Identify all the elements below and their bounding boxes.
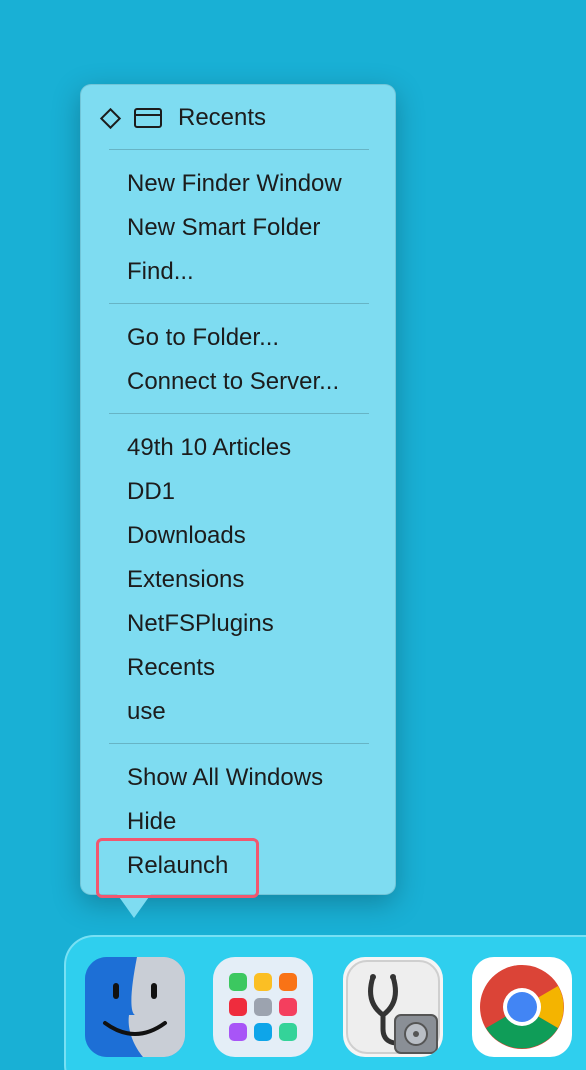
menu-header-recents[interactable]: Recents (99, 101, 266, 135)
menu-separator (109, 413, 369, 414)
window-icon (134, 108, 162, 128)
launchpad-grid-icon (229, 973, 297, 1041)
desktop: Recents New Finder Window New Smart Fold… (0, 0, 586, 1070)
finder-icon[interactable] (85, 957, 185, 1057)
menu-item-go-to-folder[interactable]: Go to Folder... (127, 316, 279, 360)
chrome-icon[interactable] (472, 957, 572, 1057)
menu-item-new-smart-folder[interactable]: New Smart Folder (127, 206, 320, 250)
menu-item-new-finder-window[interactable]: New Finder Window (127, 162, 342, 206)
relaunch-highlight (96, 838, 259, 898)
menu-separator (109, 743, 369, 744)
menu-item-recent-folder[interactable]: NetFSPlugins (127, 602, 274, 646)
menu-item-connect-to-server[interactable]: Connect to Server... (127, 360, 339, 404)
launchpad-icon[interactable] (213, 957, 313, 1057)
menu-item-recent-folder[interactable]: Recents (127, 646, 215, 690)
menu-separator (109, 149, 369, 150)
menu-header-label: Recents (178, 104, 267, 131)
menu-separator (109, 303, 369, 304)
menu-item-recent-folder[interactable]: DD1 (127, 470, 175, 514)
finder-context-menu: Recents New Finder Window New Smart Fold… (80, 84, 396, 895)
menu-item-find[interactable]: Find... (127, 250, 194, 294)
menu-item-recent-folder[interactable]: use (127, 690, 166, 734)
menu-item-recent-folder[interactable]: Downloads (127, 514, 246, 558)
menu-item-recent-folder[interactable]: Extensions (127, 558, 244, 602)
diamond-icon (99, 107, 122, 129)
disk-utility-icon[interactable] (343, 957, 443, 1057)
menu-item-show-all-windows[interactable]: Show All Windows (127, 756, 323, 800)
menu-item-recent-folder[interactable]: 49th 10 Articles (127, 426, 291, 470)
